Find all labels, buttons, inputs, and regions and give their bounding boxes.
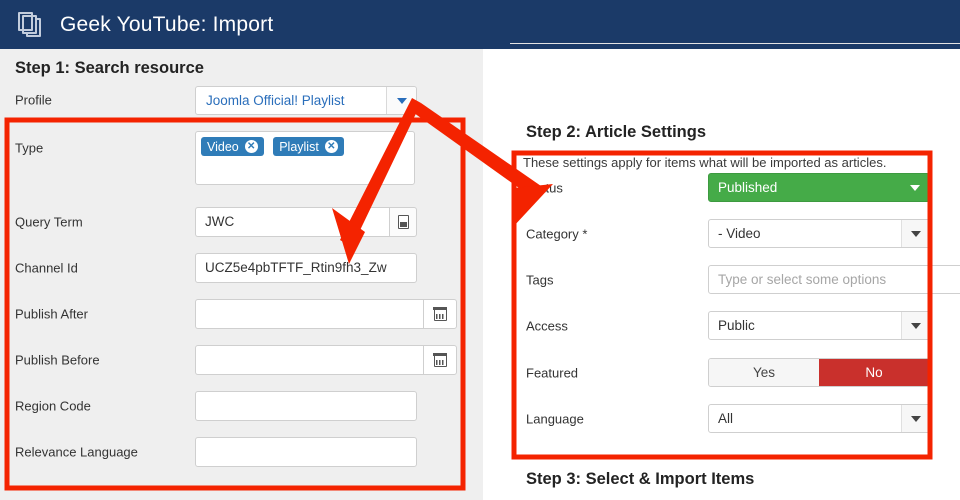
- category-select-value: - Video: [718, 226, 761, 241]
- chevron-down-icon[interactable]: [386, 87, 416, 114]
- status-select[interactable]: Published: [708, 173, 930, 202]
- remove-circle-icon[interactable]: ✕: [244, 140, 258, 153]
- chevron-down-icon[interactable]: [901, 312, 929, 339]
- language-select[interactable]: All: [708, 404, 930, 433]
- step2-title: Step 2: Article Settings: [526, 123, 707, 141]
- profile-select-value: Joomla Official! Playlist: [206, 93, 345, 108]
- tag-playlist[interactable]: Playlist ✕: [273, 137, 344, 156]
- field-row-tags: Tags: [0, 265, 553, 295]
- field-row-relevance-language: Relevance Language: [0, 437, 483, 467]
- tags-input-wrap[interactable]: Type or select some options: [708, 265, 960, 294]
- chevron-down-icon[interactable]: [901, 405, 929, 432]
- status-label: Status: [526, 180, 563, 196]
- relevance-language-input[interactable]: [195, 437, 417, 467]
- featured-label: Featured: [526, 365, 579, 381]
- featured-no-button[interactable]: No: [819, 359, 929, 386]
- profile-label: Profile: [15, 92, 52, 108]
- category-label: Category *: [526, 226, 588, 242]
- language-label: Language: [526, 411, 584, 427]
- category-select[interactable]: - Video: [708, 219, 930, 248]
- field-row-category: Category *: [0, 219, 587, 249]
- step1-title: Step 1: Search resource: [15, 59, 204, 77]
- type-label: Type: [15, 140, 44, 156]
- access-select-value: Public: [718, 318, 755, 333]
- section-divider: [510, 43, 960, 44]
- tag-video[interactable]: Video ✕: [201, 137, 264, 156]
- step3-title: Step 3: Select & Import Items: [526, 470, 755, 488]
- step2-description: These settings apply for items what will…: [523, 155, 887, 170]
- featured-toggle[interactable]: Yes No: [708, 358, 930, 387]
- status-select-value: Published: [718, 180, 778, 195]
- language-select-value: All: [718, 411, 734, 426]
- profile-select[interactable]: Joomla Official! Playlist: [195, 86, 417, 115]
- tags-label: Tags: [526, 272, 554, 288]
- field-row-status: Status: [0, 173, 563, 203]
- copy-pages-icon: [18, 11, 44, 38]
- chevron-down-icon[interactable]: [901, 174, 929, 201]
- tag-playlist-label: Playlist: [279, 139, 319, 154]
- relevance-language-label: Relevance Language: [15, 444, 138, 460]
- access-select[interactable]: Public: [708, 311, 930, 340]
- field-row-language: Language: [0, 404, 584, 434]
- tags-input[interactable]: Type or select some options: [709, 266, 960, 293]
- chevron-down-icon[interactable]: [901, 220, 929, 247]
- page-title: Geek YouTube: Import: [60, 12, 274, 36]
- field-row-access: Access: [0, 311, 568, 341]
- app-header-bar: Geek YouTube: Import: [0, 0, 960, 49]
- tag-video-label: Video: [207, 139, 239, 154]
- field-row-featured: Featured: [0, 358, 578, 388]
- featured-yes-button[interactable]: Yes: [709, 359, 819, 386]
- access-label: Access: [526, 318, 568, 334]
- remove-circle-icon[interactable]: ✕: [324, 140, 338, 153]
